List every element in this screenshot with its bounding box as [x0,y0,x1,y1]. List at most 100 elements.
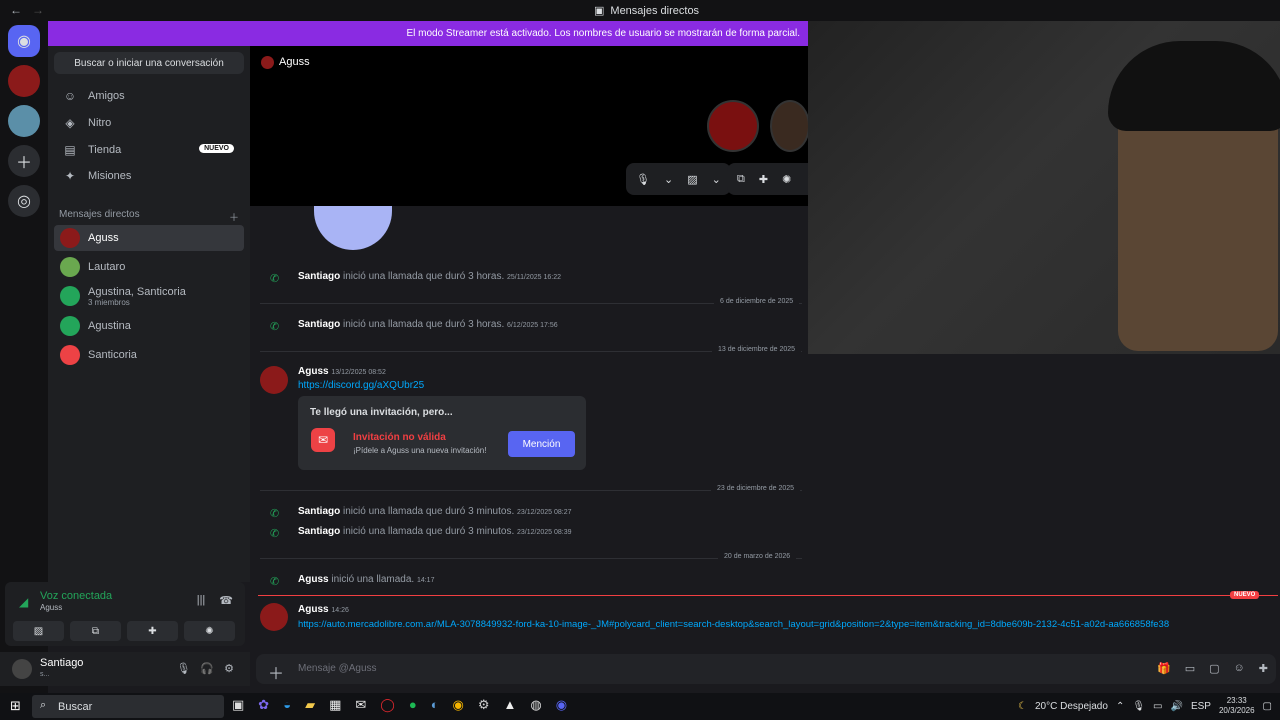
headphones-icon[interactable]: 🎧 [200,662,214,675]
copilot-icon[interactable]: ✿ [258,697,269,713]
settings-gear-icon[interactable]: ⚙ [478,697,490,713]
clock[interactable]: 23:33 20/3/2026 [1219,696,1255,716]
call-participant-avatar[interactable] [707,100,759,152]
dm-item-agustina[interactable]: Agustina [54,313,244,339]
mention-button[interactable]: Mención [508,431,575,457]
call-message: Aguss inició una llamada. 14:17 [298,574,434,585]
nav-item-shop[interactable]: ▤ Tienda NUEVO [54,137,244,163]
steam-icon[interactable]: ◐ [431,697,439,713]
user-status: s... [40,671,50,678]
gif-icon[interactable]: ▭ [1185,662,1195,675]
store-icon[interactable]: ▦ [329,697,341,713]
message-timestamp: 23/12/2025 08:27 [517,509,572,516]
add-dm-icon[interactable]: ＋ [229,209,239,224]
user-avatar[interactable] [12,659,32,679]
activities-button[interactable]: ✚ [127,621,178,641]
message-input[interactable]: Mensaje @Aguss [298,663,377,674]
add-server-icon[interactable]: ＋ [8,145,40,177]
file-explorer-icon[interactable]: ▰ [305,697,315,713]
volume-icon[interactable]: 🔊 [1170,701,1182,712]
invite-link[interactable]: https://discord.gg/aXQUbr25 [298,380,424,391]
chrome-icon[interactable]: ◉ [453,697,464,713]
add-attachment-icon[interactable]: ＋ [268,660,284,684]
last-message-link-row: https://auto.mercadolibre.com.ar/MLA-307… [298,619,1169,630]
nav-item-nitro[interactable]: ◈ Nitro [54,110,244,136]
message-author[interactable]: Aguss [298,574,329,585]
webcam-person-hair [1108,41,1280,131]
message-author[interactable]: Santiago [298,506,340,517]
message-author[interactable]: Santiago [298,271,340,282]
taskbar-search[interactable]: ⌕ Buscar [32,695,224,718]
chevron-down-icon[interactable]: ⌄ [712,173,721,186]
spotify-icon[interactable]: ● [409,697,417,713]
webcam-overlay [808,21,1280,354]
noise-suppression-icon[interactable]: ||| [197,594,206,607]
notifications-icon[interactable]: ▢ [1263,701,1272,712]
game-icon[interactable]: ◍ [530,697,541,713]
titlebar: ← → ▣ Mensajes directos [0,0,1280,21]
message-timestamp: 23/12/2025 08:39 [517,529,572,536]
chevron-up-icon[interactable]: ⌃ [1116,701,1124,712]
photos-icon[interactable]: ▲ [504,697,517,713]
share-screen-button[interactable]: ⧉ [70,621,121,641]
dm-item-aguss[interactable]: Aguss [54,225,244,251]
dm-header: Mensajes directos ＋ [59,209,239,224]
language-indicator[interactable]: ESP [1191,701,1211,712]
message-author[interactable]: Aguss [298,604,329,615]
microphone-icon[interactable]: 🎙 [1132,701,1145,712]
streamer-banner-text: El modo Streamer está activado. Los nomb… [406,28,800,39]
message-author[interactable]: Aguss [298,366,329,377]
chevron-down-icon[interactable]: ⌄ [664,173,673,186]
call-participant-avatar[interactable] [770,100,810,152]
message-avatar[interactable] [260,366,288,394]
nav-item-quests[interactable]: ✦ Misiones [54,163,244,189]
discord-taskbar-icon[interactable]: ◉ [556,697,567,713]
disconnect-icon[interactable]: ☎ [219,594,233,607]
explore-icon[interactable]: ◎ [8,185,40,217]
dm-item-lautaro[interactable]: Lautaro [54,254,244,280]
nav-label: Amigos [88,90,125,102]
apps-icon[interactable]: ✚ [1259,662,1268,675]
server-avatar-icon[interactable] [8,65,40,97]
call-message: Santiago inició una llamada que duró 3 h… [298,271,561,282]
back-arrow-icon[interactable]: ← [10,3,22,17]
mail-icon[interactable]: ✉ [355,697,366,713]
camera-off-icon[interactable]: ▨ [687,173,697,186]
message-author[interactable]: Santiago [298,319,340,330]
emoji-icon[interactable]: ☺ [1234,662,1245,675]
message-text: inició una llamada que duró 3 horas. [343,319,505,330]
sticker-icon[interactable]: ▢ [1209,662,1219,675]
screen-share-icon[interactable]: ⧉ [737,173,745,186]
network-icon[interactable]: ▭ [1153,701,1162,712]
header-avatar [261,56,274,69]
windows-start-icon[interactable]: ⊞ [10,698,21,714]
taskbar-search-label: Buscar [58,700,93,713]
discord-home-icon[interactable]: ◉ [8,25,40,57]
last-message-header: Aguss 14:26 [298,604,349,615]
dm-item-santicoria[interactable]: Santicoria [54,342,244,368]
task-view-icon[interactable]: ▣ [232,697,244,713]
camera-off-button[interactable]: ▨ [13,621,64,641]
date-divider-label: 23 de diciembre de 2025 [711,485,801,492]
date-divider-label: 13 de diciembre de 2025 [712,346,802,353]
opera-icon[interactable]: ◯ [380,697,395,713]
gift-icon[interactable]: 🎁 [1157,662,1171,675]
forward-arrow-icon[interactable]: → [32,3,44,17]
settings-gear-icon[interactable]: ⚙ [224,662,234,675]
search-conversation-button[interactable]: Buscar o iniciar una conversación [54,52,244,74]
dm-item-group[interactable]: Agustina, Santicoria 3 miembros [54,283,244,309]
microphone-icon[interactable]: 🎙 [176,662,190,675]
server-icon[interactable] [8,105,40,137]
microphone-icon[interactable]: 🎙 [636,173,650,186]
message-avatar[interactable] [260,603,288,631]
nav-label: Nitro [88,117,112,129]
weather-text[interactable]: 20°C Despejado [1035,701,1108,712]
message-author[interactable]: Santiago [298,526,340,537]
date-divider-label: 6 de diciembre de 2025 [714,298,800,305]
nav-item-friends[interactable]: ☺ Amigos [54,83,244,109]
soundboard-icon[interactable]: ✺ [782,173,791,186]
soundboard-button[interactable]: ✺ [184,621,235,641]
mercadolibre-link[interactable]: https://auto.mercadolibre.com.ar/MLA-307… [298,619,1169,630]
activities-icon[interactable]: ✚ [759,173,768,186]
edge-icon[interactable]: ◒ [283,697,291,713]
